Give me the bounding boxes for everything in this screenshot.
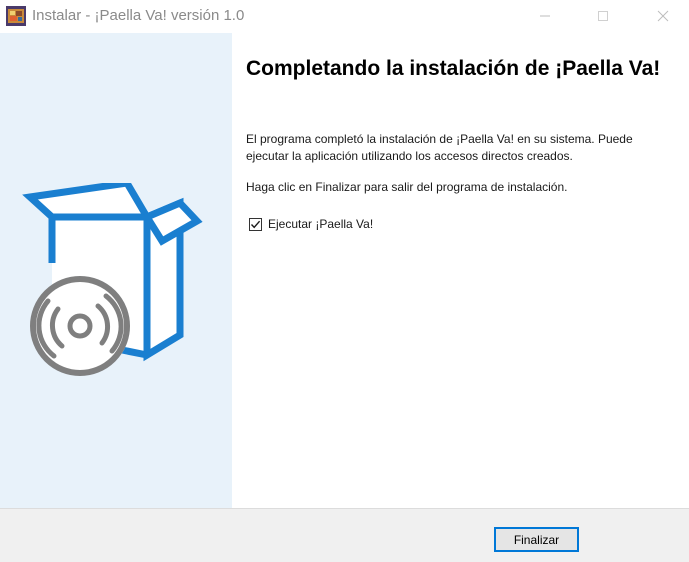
finish-instruction: Haga clic en Finalizar para salir del pr… <box>246 180 568 194</box>
maximize-icon <box>598 11 608 21</box>
maximize-button[interactable] <box>580 0 626 32</box>
completion-message: El programa completó la instalación de ¡… <box>246 132 633 163</box>
title-bar: Instalar - ¡Paella Va! versión 1.0 <box>0 0 689 33</box>
wizard-sidebar <box>0 33 232 508</box>
run-app-checkbox-label[interactable]: Ejecutar ¡Paella Va! <box>268 217 373 231</box>
minimize-icon <box>540 15 550 17</box>
window-title: Instalar - ¡Paella Va! versión 1.0 <box>32 7 245 24</box>
close-button[interactable] <box>640 0 686 32</box>
run-app-checkbox-row[interactable]: Ejecutar ¡Paella Va! <box>249 217 373 231</box>
software-box-with-disc-icon <box>22 183 203 376</box>
run-app-checkbox[interactable] <box>249 217 262 231</box>
wizard-footer: Finalizar <box>0 508 689 562</box>
close-icon <box>657 10 669 22</box>
minimize-button[interactable] <box>522 0 568 32</box>
page-title: Completando la instalación de ¡Paella Va… <box>246 57 661 80</box>
finish-button[interactable]: Finalizar <box>494 527 579 552</box>
installer-app-icon[interactable] <box>6 6 26 26</box>
checkmark-icon <box>250 220 261 228</box>
wizard-content: Completando la instalación de ¡Paella Va… <box>232 33 689 508</box>
